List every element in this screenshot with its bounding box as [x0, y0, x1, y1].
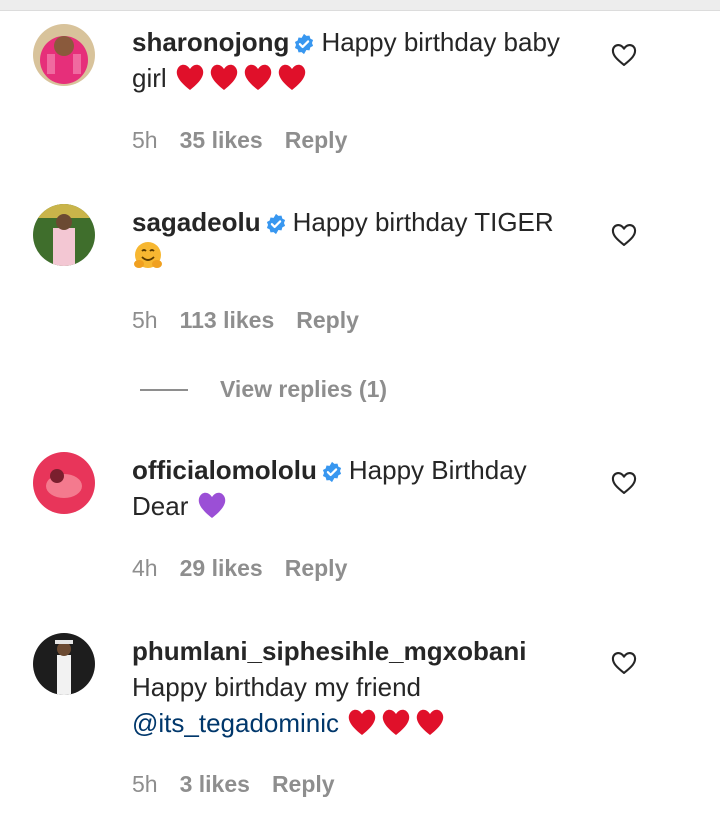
heart-outline-icon — [611, 472, 637, 494]
like-button[interactable] — [610, 221, 638, 249]
likes-count[interactable]: 35 likes — [180, 127, 263, 153]
username[interactable]: phumlani_siphesihle_mgxobani — [132, 636, 526, 666]
red-heart-emoji-icon — [346, 707, 448, 737]
timestamp: 4h — [132, 555, 158, 581]
username[interactable]: sagadeolu — [132, 207, 261, 237]
reply-button[interactable]: Reply — [285, 555, 348, 581]
comment-text: Happy birthday my friend — [132, 672, 422, 702]
heart-outline-icon — [611, 44, 637, 66]
timestamp: 5h — [132, 127, 158, 153]
comment-body: officialomololu Happy Birthday Dear — [132, 452, 587, 524]
heart-outline-icon — [611, 652, 637, 674]
comment-body: phumlani_siphesihle_mgxobani Happy birth… — [132, 633, 587, 741]
avatar[interactable] — [33, 633, 95, 695]
comment-body: sagadeolu Happy birthday TIGER — [132, 204, 587, 276]
comment-text: Happy birthday TIGER — [292, 207, 554, 237]
red-heart-emoji-icon — [174, 62, 310, 92]
view-replies-label[interactable]: View replies (1) — [220, 373, 387, 405]
comment-meta: 4h 29 likes Reply — [132, 554, 347, 582]
username[interactable]: officialomololu — [132, 455, 317, 485]
username[interactable]: sharonojong — [132, 27, 289, 57]
top-edge — [0, 0, 720, 11]
avatar[interactable] — [33, 24, 95, 86]
view-replies-button[interactable]: View replies (1) — [140, 373, 440, 405]
timestamp: 5h — [132, 771, 158, 797]
reply-button[interactable]: Reply — [296, 307, 359, 333]
mention-link[interactable]: @its_tegadominic — [132, 708, 339, 738]
comment-meta: 5h 35 likes Reply — [132, 126, 347, 154]
like-button[interactable] — [610, 649, 638, 677]
avatar[interactable] — [33, 452, 95, 514]
divider-line — [140, 389, 188, 391]
like-button[interactable] — [610, 469, 638, 497]
verified-badge-icon — [321, 461, 343, 483]
comment-meta: 5h 113 likes Reply — [132, 306, 359, 334]
like-button[interactable] — [610, 41, 638, 69]
avatar[interactable] — [33, 204, 95, 266]
comment-body: sharonojong Happy birthday baby girl — [132, 24, 587, 96]
likes-count[interactable]: 113 likes — [180, 307, 275, 333]
timestamp: 5h — [132, 307, 158, 333]
verified-badge-icon — [265, 213, 287, 235]
purple-heart-emoji-icon — [196, 490, 228, 520]
reply-button[interactable]: Reply — [272, 771, 335, 797]
reply-button[interactable]: Reply — [285, 127, 348, 153]
heart-outline-icon — [611, 224, 637, 246]
hugging-face-emoji-icon — [132, 240, 164, 272]
comment-meta: 5h 3 likes Reply — [132, 770, 335, 798]
likes-count[interactable]: 29 likes — [180, 555, 263, 581]
verified-badge-icon — [293, 33, 315, 55]
likes-count[interactable]: 3 likes — [180, 771, 250, 797]
